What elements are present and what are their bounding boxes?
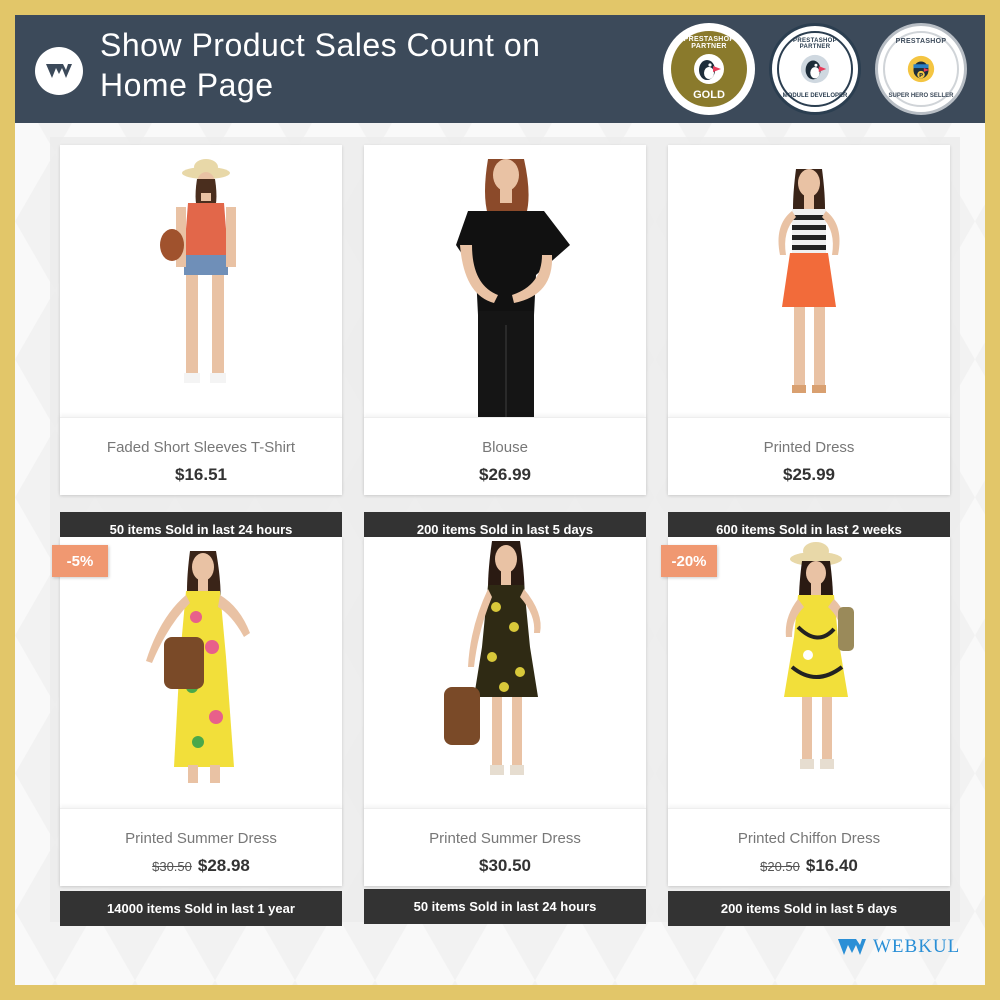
badge-ring-text: PRESTASHOP xyxy=(895,38,947,45)
badge-ring-text: PRESTASHOP PARTNER xyxy=(793,38,837,50)
product-image[interactable] xyxy=(60,145,342,417)
price-row: $30.50 $28.98 xyxy=(60,856,342,876)
webkul-brand: WEBKUL xyxy=(837,935,960,959)
product-card[interactable]: Printed Summer Dress $30.50 $28.98 xyxy=(60,537,342,886)
product-card[interactable]: Blouse $26.99 xyxy=(364,145,646,495)
price-row: $30.50 xyxy=(364,856,646,876)
webkul-logo-icon xyxy=(35,47,83,95)
discount-badge: -5% xyxy=(52,545,108,577)
product-name[interactable]: Blouse xyxy=(364,439,646,456)
price-row: $20.50 $16.40 xyxy=(668,856,950,876)
product-info: Blouse $26.99 xyxy=(364,417,646,495)
model-photo-yellow-floral-maxi xyxy=(146,551,250,783)
prestashop-super-hero-seller-badge: PRESTASHOP P SUPER HERO SELLER xyxy=(875,23,967,115)
model-photo-striped-orange-dress xyxy=(778,169,840,393)
sales-count-bar: 50 items Sold in last 24 hours xyxy=(364,889,646,924)
badge-label: SUPER HERO SELLER xyxy=(888,93,954,99)
product-image[interactable] xyxy=(668,145,950,417)
product-price: $30.50 xyxy=(479,856,531,875)
product-name[interactable]: Printed Chiffon Dress xyxy=(668,830,950,847)
discount-badge: -20% xyxy=(661,545,717,577)
superhero-puffin-icon: P xyxy=(907,55,935,83)
svg-text:P: P xyxy=(919,73,923,79)
model-photo-yellow-chiffon-dress xyxy=(784,542,854,769)
product-card[interactable]: Printed Summer Dress $30.50 xyxy=(364,537,646,886)
product-image[interactable] xyxy=(364,537,646,808)
webkul-logo-icon xyxy=(838,939,866,955)
product-name[interactable]: Faded Short Sleeves T-Shirt xyxy=(60,439,342,456)
prestashop-partner-module-developer-badge: PRESTASHOP PARTNER MODULE DEVELOPER xyxy=(769,23,861,115)
product-info: Printed Chiffon Dress $20.50 $16.40 xyxy=(668,808,950,886)
product-name[interactable]: Printed Dress xyxy=(668,439,950,456)
product-old-price: $20.50 xyxy=(760,859,800,874)
badge-label: MODULE DEVELOPER xyxy=(782,93,848,99)
prestashop-partner-gold-badge: PRESTASHOP PARTNER GOLD xyxy=(663,23,755,115)
sales-count-bar: 14000 items Sold in last 1 year xyxy=(60,891,342,926)
webkul-wordmark: WEBKUL xyxy=(873,936,961,957)
product-grid: Faded Short Sleeves T-Shirt $16.51 50 it… xyxy=(50,137,960,926)
product-price: $25.99 xyxy=(783,465,835,484)
product-info: Faded Short Sleeves T-Shirt $16.51 xyxy=(60,417,342,495)
product-price: $16.40 xyxy=(805,856,858,875)
product-card[interactable]: Printed Dress $25.99 xyxy=(668,145,950,495)
price-row: $16.51 xyxy=(60,465,342,485)
page-frame: Show Product Sales Count on Home Page PR… xyxy=(15,15,985,985)
product-price: $16.51 xyxy=(175,465,227,484)
product-price: $26.99 xyxy=(479,465,531,484)
puffin-mascot-icon xyxy=(694,54,724,84)
product-image[interactable] xyxy=(364,145,646,417)
product-image[interactable] xyxy=(668,537,950,808)
puffin-mascot-icon xyxy=(800,54,830,84)
product-image[interactable] xyxy=(60,537,342,808)
price-row: $25.99 xyxy=(668,465,950,485)
product-card[interactable]: Printed Chiffon Dress $20.50 $16.40 xyxy=(668,537,950,886)
product-info: Printed Dress $25.99 xyxy=(668,417,950,495)
model-photo-black-blouse xyxy=(456,159,570,417)
product-old-price: $30.50 xyxy=(152,859,192,874)
page-title: Show Product Sales Count on Home Page xyxy=(100,27,541,103)
product-price: $28.98 xyxy=(197,856,250,875)
price-row: $26.99 xyxy=(364,465,646,485)
product-info: Printed Summer Dress $30.50 $28.98 xyxy=(60,808,342,886)
model-photo-dark-floral-dress xyxy=(444,541,541,775)
product-name[interactable]: Printed Summer Dress xyxy=(364,830,646,847)
badge-label: GOLD xyxy=(693,89,725,101)
model-photo-orange-top-shorts xyxy=(160,159,236,383)
header-banner: Show Product Sales Count on Home Page PR… xyxy=(15,15,985,123)
badge-ring-text: PRESTASHOP PARTNER xyxy=(683,36,735,50)
sales-count-bar: 200 items Sold in last 5 days xyxy=(668,891,950,926)
product-info: Printed Summer Dress $30.50 xyxy=(364,808,646,886)
product-card[interactable]: Faded Short Sleeves T-Shirt $16.51 xyxy=(60,145,342,495)
product-name[interactable]: Printed Summer Dress xyxy=(60,830,342,847)
